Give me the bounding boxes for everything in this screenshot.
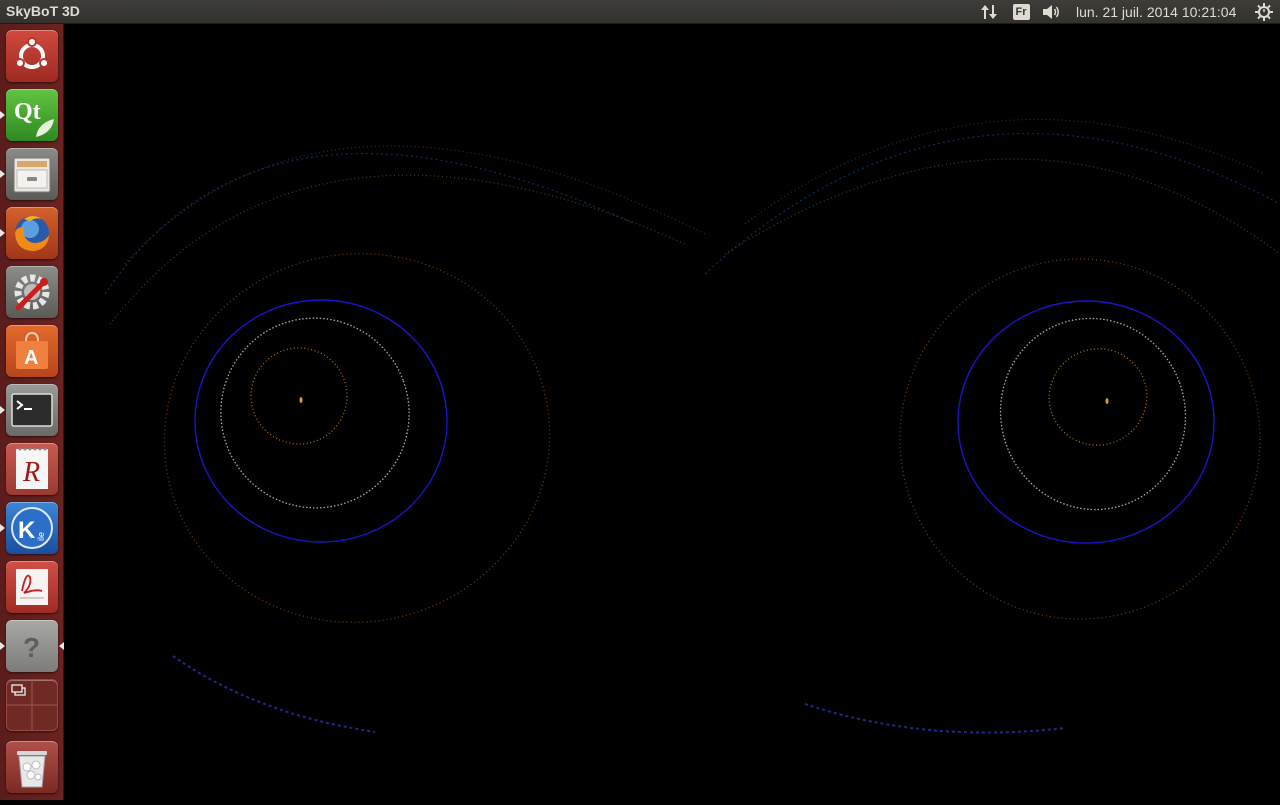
svg-text:?: ?: [23, 632, 40, 663]
inner-orbit: [250, 347, 348, 445]
speaker-icon: [1043, 5, 1059, 19]
outer-orbit: [124, 145, 706, 265]
white-orbit: [220, 317, 410, 509]
qt-icon: Qt: [14, 99, 54, 137]
network-indicator[interactable]: [978, 0, 1000, 24]
file-cabinet-icon: [13, 157, 51, 193]
launcher-item-kile[interactable]: K ile: [6, 502, 58, 554]
gear-power-icon: [1255, 3, 1273, 21]
ubuntu-logo-icon: [15, 37, 49, 69]
launcher-item-trash[interactable]: [6, 741, 58, 793]
launcher-item-help[interactable]: ?: [6, 620, 58, 672]
session-indicator[interactable]: [1252, 0, 1276, 24]
launcher-item-software-center[interactable]: A: [6, 325, 58, 377]
lower-blue-arc: [172, 655, 376, 733]
outer-orbit: [724, 158, 1280, 255]
launcher-item-system-settings[interactable]: [6, 266, 58, 318]
svg-text:Qt: Qt: [14, 99, 41, 125]
pdf-icon: [16, 569, 48, 605]
launcher: Qt A R K ile ?: [0, 24, 64, 800]
svg-text:A: A: [24, 347, 38, 369]
launcher-item-pdf-reader[interactable]: [6, 561, 58, 613]
outer-orbit: [104, 152, 636, 295]
workspaces-icon: [7, 680, 57, 730]
launcher-item-file-manager[interactable]: [6, 148, 58, 200]
network-transfer-icon: [981, 5, 997, 19]
orange-orbit: [163, 252, 551, 624]
orbit-scene: [104, 119, 1280, 734]
keyboard-layout-label: Fr: [1012, 4, 1030, 20]
launcher-item-workspace-switcher[interactable]: [6, 679, 58, 731]
white-orbit: [999, 317, 1187, 511]
launcher-item-qt-creator[interactable]: Qt: [6, 89, 58, 141]
blue-orbit: [957, 300, 1215, 544]
launcher-item-terminal[interactable]: [6, 384, 58, 436]
keyboard-layout-indicator[interactable]: Fr: [1010, 0, 1032, 24]
terminal-icon: [11, 393, 53, 427]
lower-blue-arc: [804, 703, 1066, 734]
sun-marker: [1105, 398, 1109, 404]
sound-indicator[interactable]: [1040, 0, 1064, 24]
clock-indicator[interactable]: lun. 21 juil. 2014 10:21:04: [1072, 0, 1252, 24]
sun-marker: [299, 397, 303, 403]
firefox-icon: [15, 216, 49, 251]
outer-orbit: [704, 132, 1280, 275]
right-view: [704, 119, 1280, 734]
blue-orbit: [194, 299, 448, 543]
launcher-item-dash-home[interactable]: [6, 30, 58, 82]
svg-text:R: R: [22, 457, 40, 488]
settings-wrench-icon: [14, 274, 50, 311]
launcher-item-firefox[interactable]: [6, 207, 58, 259]
help-question-icon: ?: [23, 632, 40, 663]
trash-icon: [17, 751, 47, 788]
skybot-3d-viewport[interactable]: [65, 24, 1280, 800]
left-view: [104, 145, 706, 733]
running-indicator: [0, 170, 5, 178]
running-indicator: [0, 524, 5, 532]
svg-text:K: K: [18, 517, 36, 544]
active-indicator: [59, 642, 64, 650]
svg-text:ile: ile: [36, 532, 46, 541]
window-title: SkyBoT 3D: [6, 3, 80, 19]
notepad-r-icon: R: [16, 447, 48, 489]
running-indicator: [0, 229, 5, 237]
running-indicator: [0, 642, 5, 650]
shopping-bag-icon: A: [16, 331, 48, 369]
top-panel: SkyBoT 3D Fr lun. 21 juil. 2014 10:21:04: [0, 0, 1280, 24]
launcher-item-r-studio[interactable]: R: [6, 443, 58, 495]
inner-orbit: [1048, 348, 1148, 446]
clock-text: lun. 21 juil. 2014 10:21:04: [1076, 4, 1237, 20]
running-indicator: [0, 111, 5, 119]
running-indicator: [0, 406, 5, 414]
outer-orbit: [744, 119, 1266, 225]
outer-orbit: [109, 174, 686, 325]
kile-icon: K ile: [11, 507, 53, 549]
orange-orbit: [899, 258, 1261, 620]
